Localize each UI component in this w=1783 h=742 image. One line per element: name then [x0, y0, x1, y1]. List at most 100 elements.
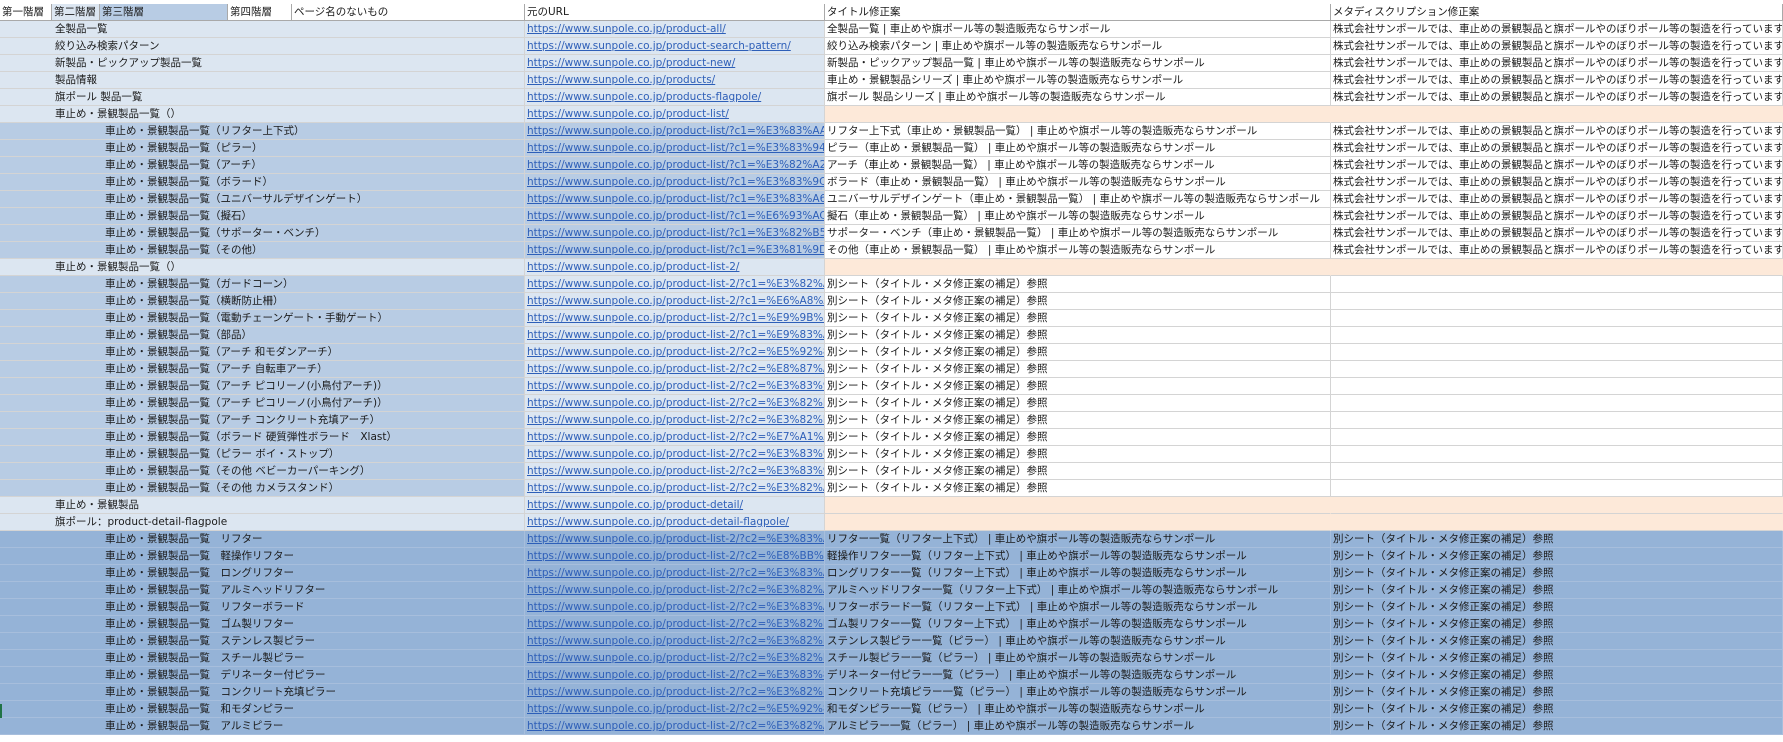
url-link[interactable]: https://www.sunpole.co.jp/product-list-2… — [527, 380, 824, 392]
title-proposal-cell[interactable]: 擬石（車止め・景観製品一覧） | 車止めや旗ポール等の製造販売ならサンポール — [825, 208, 1331, 225]
page-name-cell[interactable]: 車止め・景観製品一覧 リフター — [0, 531, 525, 548]
meta-proposal-cell[interactable]: 株式会社サンポールでは、車止めの景観製品と旗ポールやのぼりポール等の製造を行って… — [1331, 140, 1783, 157]
url-link[interactable]: https://www.sunpole.co.jp/product-list-2… — [527, 414, 824, 426]
meta-proposal-cell[interactable]: 別シート（タイトル・メタ修正案の補足）参照 — [1331, 599, 1783, 616]
page-name-cell[interactable]: 車止め・景観製品一覧 アルミピラー — [0, 718, 525, 735]
meta-proposal-cell[interactable]: 別シート（タイトル・メタ修正案の補足）参照 — [1331, 718, 1783, 735]
url-cell[interactable]: https://www.sunpole.co.jp/product-list-2… — [525, 701, 825, 718]
page-name-cell[interactable]: 車止め・景観製品一覧 コンクリート充填ピラー — [0, 684, 525, 701]
meta-proposal-cell[interactable]: 別シート（タイトル・メタ修正案の補足）参照 — [1331, 701, 1783, 718]
url-cell[interactable]: https://www.sunpole.co.jp/product-list-2… — [525, 344, 825, 361]
title-proposal-cell[interactable]: 新製品・ピックアップ製品一覧 | 車止めや旗ポール等の製造販売ならサンポール — [825, 55, 1331, 72]
page-name-cell[interactable]: 車止め・景観製品 — [0, 497, 525, 514]
url-link[interactable]: https://www.sunpole.co.jp/product-list-2… — [527, 618, 824, 630]
title-proposal-cell[interactable]: ロングリフター一覧（リフター上下式） | 車止めや旗ポール等の製造販売ならサンポ… — [825, 565, 1331, 582]
url-cell[interactable]: https://www.sunpole.co.jp/product-list-2… — [525, 565, 825, 582]
header-level1[interactable]: 第一階層 — [0, 4, 52, 21]
url-link[interactable]: https://www.sunpole.co.jp/product-list-2… — [527, 312, 824, 324]
meta-proposal-cell[interactable]: 別シート（タイトル・メタ修正案の補足）参照 — [1331, 548, 1783, 565]
title-proposal-cell[interactable]: 別シート（タイトル・メタ修正案の補足）参照 — [825, 361, 1331, 378]
page-name-cell[interactable]: 車止め・景観製品一覧 スチール製ピラー — [0, 650, 525, 667]
url-cell[interactable]: https://www.sunpole.co.jp/product-list-2… — [525, 463, 825, 480]
url-link[interactable]: https://www.sunpole.co.jp/product-list/?… — [527, 210, 824, 222]
page-name-cell[interactable]: 車止め・景観製品一覧（ユニバーサルデザインゲート） — [0, 191, 525, 208]
url-link[interactable]: https://www.sunpole.co.jp/product-list-2… — [527, 703, 824, 715]
meta-proposal-cell[interactable] — [1331, 497, 1783, 514]
url-link[interactable]: https://www.sunpole.co.jp/product-list-2… — [527, 652, 824, 664]
url-cell[interactable]: https://www.sunpole.co.jp/product-list-2… — [525, 412, 825, 429]
url-link[interactable]: https://www.sunpole.co.jp/product-list-2… — [527, 567, 824, 579]
title-proposal-cell[interactable]: スチール製ピラー一覧（ピラー） | 車止めや旗ポール等の製造販売ならサンポール — [825, 650, 1331, 667]
url-link[interactable]: https://www.sunpole.co.jp/product-list-2… — [527, 482, 824, 494]
title-proposal-cell[interactable]: 和モダンピラー一覧（ピラー） | 車止めや旗ポール等の製造販売ならサンポール — [825, 701, 1331, 718]
page-name-cell[interactable]: 車止め・景観製品一覧（ピラー ボイ・ストップ） — [0, 446, 525, 463]
meta-proposal-cell[interactable] — [1331, 480, 1783, 497]
meta-proposal-cell[interactable] — [1331, 106, 1783, 123]
meta-proposal-cell[interactable]: 別シート（タイトル・メタ修正案の補足）参照 — [1331, 582, 1783, 599]
url-cell[interactable]: https://www.sunpole.co.jp/product-list-2… — [525, 429, 825, 446]
url-link[interactable]: https://www.sunpole.co.jp/product-list-2… — [527, 686, 824, 698]
url-cell[interactable]: https://www.sunpole.co.jp/product-list-2… — [525, 650, 825, 667]
url-link[interactable]: https://www.sunpole.co.jp/product-list-2… — [527, 431, 824, 443]
meta-proposal-cell[interactable]: 株式会社サンポールでは、車止めの景観製品と旗ポールやのぼりポール等の製造を行って… — [1331, 72, 1783, 89]
meta-proposal-cell[interactable] — [1331, 293, 1783, 310]
url-cell[interactable]: https://www.sunpole.co.jp/product-list-2… — [525, 310, 825, 327]
meta-proposal-cell[interactable] — [1331, 276, 1783, 293]
url-cell[interactable]: https://www.sunpole.co.jp/product-list-2… — [525, 361, 825, 378]
meta-proposal-cell[interactable]: 別シート（タイトル・メタ修正案の補足）参照 — [1331, 633, 1783, 650]
meta-proposal-cell[interactable]: 別シート（タイトル・メタ修正案の補足）参照 — [1331, 650, 1783, 667]
title-proposal-cell[interactable]: 別シート（タイトル・メタ修正案の補足）参照 — [825, 395, 1331, 412]
page-name-cell[interactable]: 車止め・景観製品一覧（横断防止柵） — [0, 293, 525, 310]
title-proposal-cell[interactable]: 別シート（タイトル・メタ修正案の補足）参照 — [825, 480, 1331, 497]
page-name-cell[interactable]: 全製品一覧 — [0, 21, 525, 38]
url-cell[interactable]: https://www.sunpole.co.jp/product-list-2… — [525, 531, 825, 548]
title-proposal-cell[interactable]: アーチ（車止め・景観製品一覧） | 車止めや旗ポール等の製造販売ならサンポール — [825, 157, 1331, 174]
url-cell[interactable]: https://www.sunpole.co.jp/product-list-2… — [525, 446, 825, 463]
page-name-cell[interactable]: 車止め・景観製品一覧（アーチ ピコリーノ(小鳥付アーチ)） — [0, 378, 525, 395]
title-proposal-cell[interactable]: 別シート（タイトル・メタ修正案の補足）参照 — [825, 378, 1331, 395]
page-name-cell[interactable]: 車止め・景観製品一覧（ピラー） — [0, 140, 525, 157]
url-link[interactable]: https://www.sunpole.co.jp/product-list-2… — [527, 295, 824, 307]
header-unnamed-pages[interactable]: ページ名のないもの — [292, 4, 525, 21]
meta-proposal-cell[interactable] — [1331, 259, 1783, 276]
title-proposal-cell[interactable]: ユニバーサルデザインゲート（車止め・景観製品一覧） | 車止めや旗ポール等の製造… — [825, 191, 1331, 208]
url-cell[interactable]: https://www.sunpole.co.jp/product-list-2… — [525, 582, 825, 599]
title-proposal-cell[interactable]: 別シート（タイトル・メタ修正案の補足）参照 — [825, 327, 1331, 344]
url-link[interactable]: https://www.sunpole.co.jp/product-search… — [527, 40, 791, 52]
meta-proposal-cell[interactable]: 株式会社サンポールでは、車止めの景観製品と旗ポールやのぼりポール等の製造を行って… — [1331, 191, 1783, 208]
url-link[interactable]: https://www.sunpole.co.jp/product-list/?… — [527, 227, 824, 239]
title-proposal-cell[interactable]: ゴム製リフター一覧（リフター上下式） | 車止めや旗ポール等の製造販売ならサンポ… — [825, 616, 1331, 633]
url-cell[interactable]: https://www.sunpole.co.jp/product-list/?… — [525, 242, 825, 259]
page-name-cell[interactable]: 車止め・景観製品一覧 ゴム製リフター — [0, 616, 525, 633]
header-level2[interactable]: 第二階層 — [52, 4, 100, 21]
url-cell[interactable]: https://www.sunpole.co.jp/product-list-2… — [525, 599, 825, 616]
header-level4[interactable]: 第四階層 — [228, 4, 292, 21]
page-name-cell[interactable]: 旗ポール：product-detail-flagpole — [0, 514, 525, 531]
page-name-cell[interactable]: 車止め・景観製品一覧（擬石） — [0, 208, 525, 225]
page-name-cell[interactable]: 製品情報 — [0, 72, 525, 89]
page-name-cell[interactable]: 車止め・景観製品一覧（その他 カメラスタンド） — [0, 480, 525, 497]
url-link[interactable]: https://www.sunpole.co.jp/product-list-2… — [527, 533, 824, 545]
page-name-cell[interactable]: 車止め・景観製品一覧（アーチ） — [0, 157, 525, 174]
url-link[interactable]: https://www.sunpole.co.jp/product-list-2… — [527, 720, 824, 732]
page-name-cell[interactable]: 車止め・景観製品一覧 軽操作リフター — [0, 548, 525, 565]
url-cell[interactable]: https://www.sunpole.co.jp/product-list-2… — [525, 667, 825, 684]
url-link[interactable]: https://www.sunpole.co.jp/products/ — [527, 74, 715, 86]
title-proposal-cell[interactable]: コンクリート充填ピラー一覧（ピラー） | 車止めや旗ポール等の製造販売ならサンポ… — [825, 684, 1331, 701]
url-link[interactable]: https://www.sunpole.co.jp/products-flagp… — [527, 91, 761, 103]
url-cell[interactable]: https://www.sunpole.co.jp/product-list-2… — [525, 633, 825, 650]
title-proposal-cell[interactable]: 絞り込み検索パターン | 車止めや旗ポール等の製造販売ならサンポール — [825, 38, 1331, 55]
header-level3[interactable]: 第三階層 — [100, 4, 228, 21]
url-link[interactable]: https://www.sunpole.co.jp/product-list-2… — [527, 363, 824, 375]
title-proposal-cell[interactable]: リフターボラード一覧（リフター上下式） | 車止めや旗ポール等の製造販売ならサン… — [825, 599, 1331, 616]
page-name-cell[interactable]: 車止め・景観製品一覧（） — [0, 106, 525, 123]
meta-proposal-cell[interactable]: 別シート（タイトル・メタ修正案の補足）参照 — [1331, 616, 1783, 633]
meta-proposal-cell[interactable]: 別シート（タイトル・メタ修正案の補足）参照 — [1331, 565, 1783, 582]
url-cell[interactable]: https://www.sunpole.co.jp/product-list/?… — [525, 140, 825, 157]
url-cell[interactable]: https://www.sunpole.co.jp/product-all/ — [525, 21, 825, 38]
header-original-url[interactable]: 元のURL — [525, 4, 825, 21]
url-link[interactable]: https://www.sunpole.co.jp/product-list-2… — [527, 465, 824, 477]
title-proposal-cell[interactable] — [825, 259, 1331, 276]
meta-proposal-cell[interactable] — [1331, 429, 1783, 446]
title-proposal-cell[interactable]: 別シート（タイトル・メタ修正案の補足）参照 — [825, 446, 1331, 463]
